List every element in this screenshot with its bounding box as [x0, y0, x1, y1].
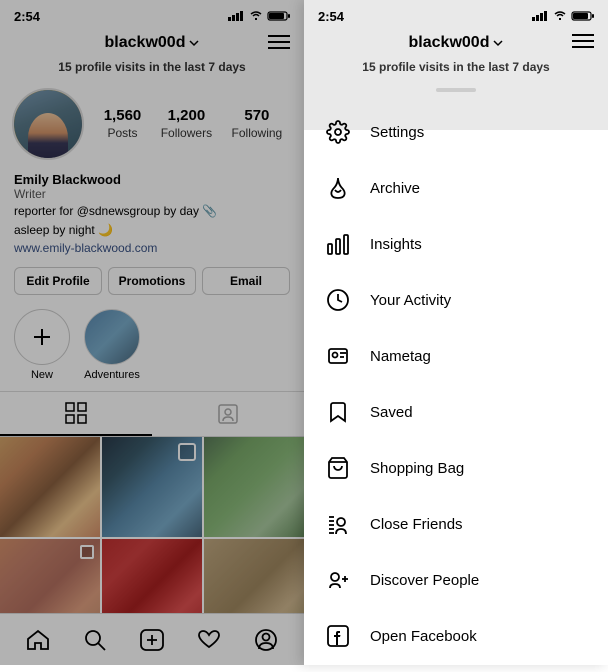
- insights-icon: [324, 230, 352, 258]
- right-username-row[interactable]: blackw00d: [409, 34, 504, 52]
- menu-item-close-friends[interactable]: Close Friends: [304, 496, 608, 552]
- dim-overlay: [0, 0, 304, 665]
- right-menu-icon[interactable]: [572, 34, 594, 53]
- open-facebook-label: Open Facebook: [370, 628, 477, 645]
- right-visits-text: profile visits in the last 7 days: [379, 60, 550, 74]
- handle-bar: [436, 88, 476, 92]
- right-profile-header: blackw00d: [304, 28, 608, 58]
- menu-item-nametag[interactable]: Nametag: [304, 328, 608, 384]
- close-friends-icon: [324, 510, 352, 538]
- settings-label: Settings: [370, 124, 424, 141]
- right-username-text: blackw00d: [409, 34, 490, 52]
- discover-people-label: Discover People: [370, 572, 479, 589]
- right-signal-icon: [532, 11, 548, 21]
- right-menu-lines-icon: [572, 34, 594, 48]
- menu-item-shopping-bag[interactable]: Shopping Bag: [304, 440, 608, 496]
- side-menu-panel: 2:54: [304, 0, 608, 665]
- shopping-bag-label: Shopping Bag: [370, 460, 464, 477]
- menu-item-insights[interactable]: Insights: [304, 216, 608, 272]
- activity-icon: [324, 286, 352, 314]
- saved-label: Saved: [370, 404, 413, 421]
- facebook-icon: [324, 622, 352, 650]
- close-friends-label: Close Friends: [370, 516, 463, 533]
- menu-handle: [304, 80, 608, 96]
- menu-item-open-facebook[interactable]: Open Facebook: [304, 608, 608, 664]
- archive-icon: [324, 174, 352, 202]
- archive-label: Archive: [370, 180, 420, 197]
- right-visits-count: 15: [362, 60, 375, 74]
- right-status-time: 2:54: [318, 9, 344, 24]
- discover-people-icon: [324, 566, 352, 594]
- menu-item-settings[interactable]: Settings: [304, 104, 608, 160]
- menu-item-your-activity[interactable]: Your Activity: [304, 272, 608, 328]
- menu-item-saved[interactable]: Saved: [304, 384, 608, 440]
- right-battery-icon: [572, 11, 594, 21]
- right-wifi-icon: [552, 11, 568, 21]
- menu-item-discover-people[interactable]: Discover People: [304, 552, 608, 608]
- shopping-bag-icon: [324, 454, 352, 482]
- saved-icon: [324, 398, 352, 426]
- right-content: 2:54: [304, 0, 608, 672]
- menu-item-archive[interactable]: Archive: [304, 160, 608, 216]
- right-chevron-down-icon: [493, 40, 503, 46]
- nametag-icon: [324, 342, 352, 370]
- profile-panel: 2:54 blackw00d: [0, 0, 304, 665]
- your-activity-label: Your Activity: [370, 292, 451, 309]
- settings-icon: [324, 118, 352, 146]
- right-status-icons: [532, 11, 594, 21]
- menu-items-list: Settings Archive: [304, 96, 608, 672]
- right-profile-visits: 15 profile visits in the last 7 days: [304, 58, 608, 80]
- right-status-bar: 2:54: [304, 0, 608, 28]
- insights-label: Insights: [370, 236, 422, 253]
- nametag-label: Nametag: [370, 348, 431, 365]
